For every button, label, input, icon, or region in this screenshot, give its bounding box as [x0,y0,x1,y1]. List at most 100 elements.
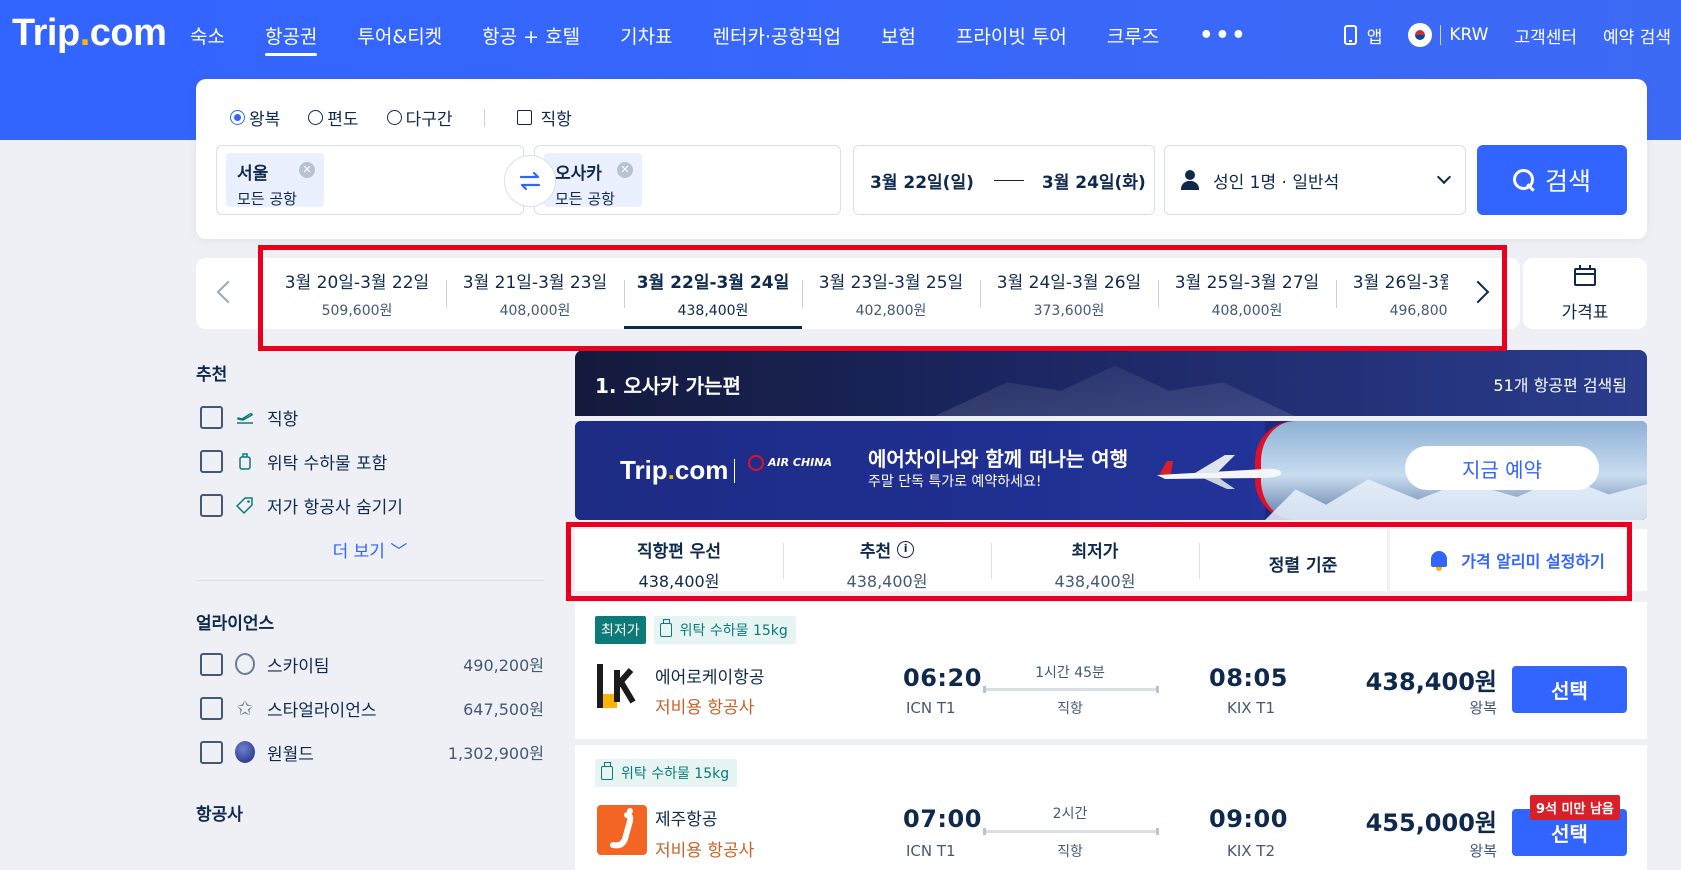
promo-banner[interactable]: Trip.com AIR CHINA 에어차이나와 함께 떠나는 여행 주말 단… [575,421,1647,520]
date-option[interactable]: 3월 20일-3월 22일 509,600원 [268,258,446,329]
nav-flights[interactable]: 항공권 [264,0,318,70]
clear-origin-icon[interactable]: ✕ [299,162,315,178]
filter-section-title: 추천 [196,365,228,385]
nav-tours-tickets[interactable]: 투어&티켓 [357,0,442,70]
calendar-icon [1574,265,1596,286]
sort-lowest-price[interactable]: 최저가 438,400원 [991,529,1199,591]
app-label: 앱 [1366,27,1383,48]
date-option[interactable]: 3월 25일-3월 27일 408,000원 [1158,258,1336,329]
flight-duration: 2시간 [1052,806,1088,822]
nav-cruises[interactable]: 크루즈 [1107,0,1159,70]
clear-destination-icon[interactable]: ✕ [617,162,633,178]
currency-label: KRW [1449,25,1489,45]
filter-alliance-star[interactable]: ✩ 스타얼라이언스 647,500원 [196,686,544,730]
date-range: 3월 24일-3월 26일 [996,273,1142,293]
booking-search-link[interactable]: 예약 검색 [1603,23,1671,48]
baggage-badge: 위탁 수하물 15kg [653,616,796,644]
info-icon[interactable]: i [897,541,915,558]
select-flight-button[interactable]: 선택 [1512,666,1627,713]
trip-logo[interactable]: Trip.com [12,12,167,55]
date-range: 3월 23일-3월 25일 [818,273,964,293]
date-option[interactable]: 3월 21일-3월 23일 408,000원 [446,258,624,329]
price-table-button[interactable]: 가격표 [1523,258,1647,329]
luggage-icon [601,762,613,780]
destination-airports: 모든 공항 [555,190,615,208]
filter-price: 1,302,900원 [447,744,544,763]
book-now-button[interactable]: 지금 예약 [1405,446,1599,490]
arrival-time: 08:05 [1209,664,1288,692]
radio-label: 왕복 [249,110,281,130]
date-options: 3월 20일-3월 22일 509,600원 3월 21일-3월 23일 408,0… [268,258,1448,329]
date-option-selected[interactable]: 3월 22일-3월 24일 438,400원 [624,258,802,329]
nav-trains[interactable]: 기차표 [620,0,672,70]
show-more-filters-link[interactable]: 더 보기 ﹀ [196,537,544,562]
radio-one-way[interactable]: 편도 [308,105,359,130]
sort-label: 최저가 [1071,542,1119,562]
low-cost-carrier-label: 저비용 항공사 [655,698,755,718]
currency-selector[interactable]: KRW [1408,23,1488,47]
air-china-logo: AIR CHINA [748,455,832,471]
destination-field[interactable]: 오사카 모든 공항 ✕ [534,145,841,215]
flight-card[interactable]: 최저가 위탁 수하물 15kg 에어로케이항공 저비용 항공사 06:20 IC… [575,602,1647,739]
sort-direct-first[interactable]: 직항편 우선 438,400원 [575,529,783,591]
price-alert-button[interactable]: 가격 알리미 설정하기 [1387,529,1647,591]
date-range: 3월 25일-3월 27일 [1174,273,1320,293]
castle-decoration [935,365,1295,416]
departure-airport: ICN T1 [906,699,956,717]
flight-card[interactable]: 위탁 수하물 15kg 제주항공 저비용 항공사 07:00 ICN T1 2시… [575,745,1647,870]
sort-criteria-dropdown[interactable]: 정렬 기준 [1199,529,1407,591]
swap-cities-button[interactable] [504,155,556,207]
customer-support-link[interactable]: 고객센터 [1514,23,1577,48]
chevron-right-icon[interactable] [1466,280,1490,304]
date-option[interactable]: 3월 26일-3월 28일 496,800원 [1336,258,1448,329]
date-range: 3월 20일-3월 22일 [284,273,430,293]
checkbox-icon [517,110,533,125]
banner-subtext: 주말 단독 특가로 예약하세요! [868,474,1042,490]
direct-only-checkbox[interactable]: 직항 [517,105,572,130]
date-field[interactable]: 3월 22일(일) 3월 24일(화) [853,145,1155,215]
filter-checked-baggage[interactable]: 위탁 수하물 포함 [196,439,544,483]
origin-field[interactable]: 서울 모든 공항 ✕ [216,145,524,215]
radio-icon [308,110,324,125]
radio-label: 다구간 [405,110,453,130]
baggage-label: 위탁 수하물 15kg [621,766,730,782]
search-button[interactable]: 검색 [1477,145,1627,215]
sort-price: 438,400원 [846,572,928,591]
sort-label: 정렬 기준 [1268,556,1338,576]
radio-multi-city[interactable]: 다구간 [386,105,453,130]
nav-private-tours[interactable]: 프라이빗 투어 [956,0,1067,70]
date-option[interactable]: 3월 24일-3월 26일 373,600원 [980,258,1158,329]
banner-trip-logo: Trip.com [620,455,729,485]
checkbox-icon [200,652,223,676]
tag-icon [235,495,255,515]
filter-direct[interactable]: 직항 [196,395,544,439]
nav-flight-hotel[interactable]: 항공 + 호텔 [482,0,580,70]
flight-stops: 직항 [1057,701,1083,717]
star-alliance-icon: ✩ [236,696,254,720]
nav-more-icon[interactable]: ••• [1199,23,1247,48]
sort-label: 직항편 우선 [636,542,722,562]
origin-chip: 서울 모든 공항 ✕ [226,153,324,208]
chevron-left-icon[interactable] [216,280,240,304]
passenger-class-selector[interactable]: 성인 1명 · 일반석 [1164,145,1466,215]
airplane-icon [1157,455,1282,489]
radio-label: 편도 [327,110,359,130]
filter-hide-lcc[interactable]: 저가 항공사 숨기기 [196,483,544,527]
divider [196,580,544,581]
app-link[interactable]: 앱 [1343,23,1383,48]
filter-alliance-skyteam[interactable]: 스카이팀 490,200원 [196,642,544,686]
sort-recommended[interactable]: 추천 i 438,400원 [783,529,991,591]
flight-stops: 직항 [1057,844,1083,860]
nav-car-rental[interactable]: 렌터카·공항픽업 [713,0,841,70]
filter-alliance-oneworld[interactable]: 원월드 1,302,900원 [196,730,544,774]
search-button-label: 검색 [1544,167,1591,196]
baggage-label: 위탁 수하물 15kg [679,623,788,639]
filter-label: 직항 [267,409,299,430]
flight-line [983,686,1159,693]
nav-hotels[interactable]: 숙소 [190,0,225,70]
nav-insurance[interactable]: 보험 [881,0,916,70]
date-option[interactable]: 3월 23일-3월 25일 402,800원 [802,258,980,329]
radio-round-trip[interactable]: 왕복 [230,105,280,130]
checkbox-icon [200,449,223,473]
sort-label-row: 추천 i [783,537,991,562]
